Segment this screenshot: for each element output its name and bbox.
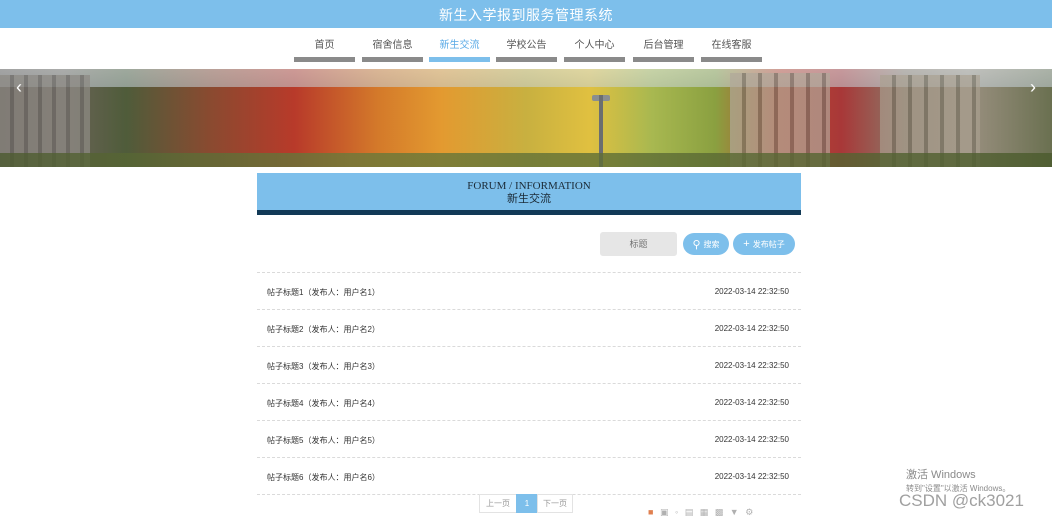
nav-item-underline: [701, 57, 762, 62]
post-title: 帖子标题5（发布人：用户名5）: [267, 436, 380, 445]
app-icon: ■: [648, 507, 656, 517]
add-post-button-label: 发布帖子: [752, 239, 785, 249]
post-title: 帖子标题3（发布人：用户名3）: [267, 362, 380, 371]
nav-item-label: 首页: [314, 40, 335, 51]
nav-item-label: 后台管理: [643, 40, 684, 51]
banner-carousel: ‹ ›: [0, 69, 1052, 167]
nav-item-label: 在线客服: [711, 40, 752, 51]
add-post-button[interactable]: + 发布帖子: [733, 233, 795, 255]
nav-item-underline: [429, 57, 490, 62]
nav-item-label: 新生交流: [439, 40, 480, 51]
carousel-next-icon[interactable]: ›: [1030, 77, 1036, 98]
nav-item-label: 学校公告: [506, 40, 547, 51]
nav-item-underline: [496, 57, 557, 62]
nav-item-personal-center[interactable]: 个人中心: [564, 38, 625, 62]
page-number-button[interactable]: 1: [516, 494, 538, 513]
top-header-bar: 新生入学报到服务管理系统: [0, 0, 1052, 28]
post-title: 帖子标题2（发布人：用户名2）: [267, 325, 380, 334]
main-nav: 首页 宿舍信息 新生交流 学校公告 个人中心 后台管理 在线客服: [0, 38, 1052, 64]
app-icon: ▦: [699, 507, 711, 517]
nav-item-school-notice[interactable]: 学校公告: [496, 38, 557, 62]
post-title: 帖子标题1（发布人：用户名1）: [267, 288, 380, 297]
next-page-button[interactable]: 下一页: [537, 494, 573, 513]
activation-title: 激活 Windows: [906, 469, 976, 481]
post-title: 帖子标题4（发布人：用户名4）: [267, 399, 380, 408]
search-title-input[interactable]: [600, 232, 677, 256]
csdn-watermark: CSDN @ck3021: [899, 491, 1024, 510]
search-button[interactable]: ⚲ 搜索: [683, 233, 729, 255]
nav-item-underline: [294, 57, 355, 62]
app-icon: ▼: [729, 507, 741, 517]
post-date: 2022-03-14 22:32:50: [714, 435, 789, 444]
app-icon: ⚙: [745, 507, 756, 517]
section-title-cn: 新生交流: [507, 193, 551, 205]
post-date: 2022-03-14 22:32:50: [714, 287, 789, 296]
plus-icon: +: [743, 238, 750, 250]
post-title: 帖子标题6（发布人：用户名6）: [267, 473, 380, 482]
nav-item-online-service[interactable]: 在线客服: [701, 38, 762, 62]
list-item[interactable]: 帖子标题4（发布人：用户名4） 2022-03-14 22:32:50: [257, 383, 801, 420]
banner-ground: [0, 153, 1052, 167]
nav-item-label: 个人中心: [574, 40, 615, 51]
post-date: 2022-03-14 22:32:50: [714, 472, 789, 481]
post-list: 帖子标题1（发布人：用户名1） 2022-03-14 22:32:50 帖子标题…: [257, 272, 801, 495]
post-date: 2022-03-14 22:32:50: [714, 361, 789, 370]
nav-item-underline: [362, 57, 423, 62]
app-icon: ▤: [684, 507, 696, 517]
taskbar-icons: ■ ▣ ◦ ▤ ▦ ▩ ▼ ⚙: [648, 507, 755, 518]
list-item[interactable]: 帖子标题3（发布人：用户名3） 2022-03-14 22:32:50: [257, 346, 801, 383]
nav-item-home[interactable]: 首页: [294, 38, 355, 62]
list-item[interactable]: 帖子标题5（发布人：用户名5） 2022-03-14 22:32:50: [257, 420, 801, 457]
prev-page-button[interactable]: 上一页: [479, 494, 517, 513]
list-item[interactable]: 帖子标题6（发布人：用户名6） 2022-03-14 22:32:50: [257, 457, 801, 494]
carousel-prev-icon[interactable]: ‹: [16, 77, 22, 98]
windows-activation-watermark: 激活 Windows 转到"设置"以激活 Windows。: [906, 466, 1010, 494]
nav-item-underline: [633, 57, 694, 62]
app-icon: ◦: [674, 507, 681, 517]
post-date: 2022-03-14 22:32:50: [714, 398, 789, 407]
pagination: 上一页 1 下一页: [479, 494, 573, 513]
search-icon: ⚲: [692, 238, 701, 251]
post-date: 2022-03-14 22:32:50: [714, 324, 789, 333]
nav-item-dorm-info[interactable]: 宿舍信息: [362, 38, 423, 62]
nav-item-label: 宿舍信息: [372, 40, 413, 51]
nav-item-underline: [564, 57, 625, 62]
section-title-en: FORUM / INFORMATION: [467, 180, 591, 192]
list-item[interactable]: 帖子标题1（发布人：用户名1） 2022-03-14 22:32:50: [257, 272, 801, 309]
section-heading: FORUM / INFORMATION 新生交流: [257, 173, 801, 215]
nav-item-freshman-forum[interactable]: 新生交流: [429, 38, 490, 62]
site-title: 新生入学报到服务管理系统: [439, 7, 613, 23]
app-icon: ▣: [659, 507, 671, 517]
list-item[interactable]: 帖子标题2（发布人：用户名2） 2022-03-14 22:32:50: [257, 309, 801, 346]
app-icon: ▩: [714, 507, 726, 517]
search-button-label: 搜索: [703, 239, 720, 249]
nav-item-admin[interactable]: 后台管理: [633, 38, 694, 62]
